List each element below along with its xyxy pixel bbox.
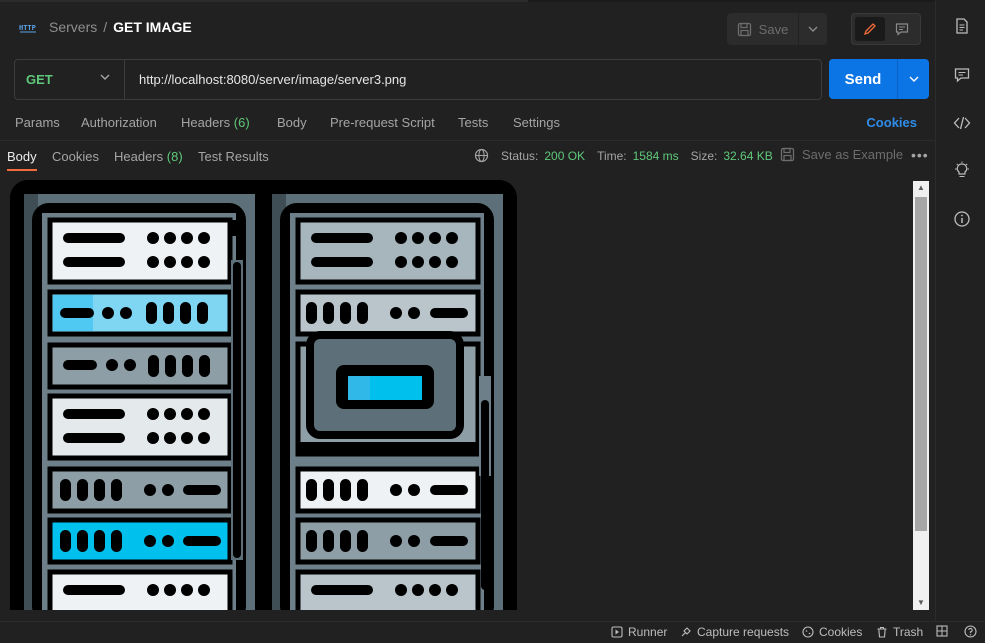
breadcrumb-collection[interactable]: Servers [49, 19, 97, 35]
method-label: GET [26, 72, 53, 87]
scroll-down-arrow[interactable]: ▼ [913, 596, 929, 610]
pencil-icon [863, 23, 876, 36]
scroll-thumb[interactable] [915, 197, 927, 531]
size-value[interactable]: 32.64 KB [723, 149, 772, 163]
save-label: Save [758, 21, 789, 37]
tab-settings[interactable]: Settings [513, 115, 560, 130]
size-label: Size: [690, 148, 718, 163]
view-mode-toggle [851, 13, 921, 45]
url-bar: GET [14, 59, 822, 100]
time-value[interactable]: 1584 ms [633, 149, 679, 163]
runner-button[interactable]: Runner [611, 625, 667, 639]
response-tab-headers-label: Headers [114, 149, 164, 164]
trash-button[interactable]: Trash [876, 625, 923, 639]
url-input[interactable] [125, 60, 821, 99]
trash-icon [877, 626, 887, 638]
more-options-button[interactable]: ••• [911, 147, 929, 163]
save-group: Save [727, 13, 827, 45]
layout-icon [936, 625, 948, 637]
layout-toggle-button[interactable] [936, 625, 948, 637]
request-tabs: Params Authorization Headers (6) Body Pr… [0, 108, 935, 138]
globe-icon[interactable] [474, 148, 489, 163]
save-as-example-label: Save as Example [802, 147, 904, 162]
tab-body[interactable]: Body [277, 115, 307, 130]
tab-authorization[interactable]: Authorization [81, 115, 157, 130]
comments-mode-button[interactable] [887, 17, 917, 41]
response-image [10, 180, 517, 610]
save-as-example-button[interactable]: Save as Example [780, 147, 903, 162]
runner-icon [611, 626, 623, 638]
comment-icon [895, 23, 909, 36]
scroll-up-arrow[interactable]: ▲ [913, 181, 929, 195]
response-headers-count: (8) [166, 149, 183, 164]
response-tab-headers[interactable]: Headers (8) [114, 149, 183, 164]
right-rack-units [295, 217, 491, 610]
left-rack-units [47, 217, 243, 610]
chevron-down-icon [909, 76, 918, 82]
svg-text:HTTP: HTTP [19, 24, 36, 32]
capture-requests-label: Capture requests [697, 625, 790, 639]
right-sidebar [935, 0, 985, 621]
tab-headers[interactable]: Headers (6) [181, 115, 250, 130]
edit-mode-button[interactable] [855, 17, 885, 41]
code-icon[interactable] [953, 114, 971, 132]
headers-count: (6) [233, 115, 250, 130]
response-tab-test-results[interactable]: Test Results [198, 149, 269, 164]
cookies-link[interactable]: Cookies [866, 115, 917, 130]
save-options-button[interactable] [799, 13, 827, 45]
response-scrollbar[interactable]: ▲ ▼ [913, 181, 929, 610]
capture-requests-button[interactable]: Capture requests [680, 625, 789, 639]
request-header: HTTP Servers / GET IMAGE Save [0, 2, 935, 52]
runner-label: Runner [628, 625, 668, 639]
cookies-label: Cookies [819, 625, 863, 639]
active-tab-indicator [7, 169, 37, 171]
response-tab-cookies[interactable]: Cookies [52, 149, 99, 164]
send-group: Send [829, 59, 929, 99]
method-select[interactable]: GET [15, 60, 125, 99]
tab-headers-label: Headers [181, 115, 231, 130]
comments-icon[interactable] [953, 66, 971, 84]
capture-icon [681, 627, 691, 637]
tab-params[interactable]: Params [15, 115, 60, 130]
trash-label: Trash [893, 625, 924, 639]
server-rack-illustration [10, 180, 517, 610]
chevron-down-icon [100, 74, 110, 80]
request-name[interactable]: GET IMAGE [113, 19, 192, 35]
info-icon[interactable] [953, 210, 971, 228]
breadcrumb: Servers / GET IMAGE [49, 19, 192, 35]
tab-pre-request-script[interactable]: Pre-request Script [330, 115, 435, 130]
http-icon: HTTP [18, 20, 38, 36]
save-icon [737, 22, 751, 36]
time-label: Time: [597, 148, 627, 163]
save-button[interactable]: Save [727, 13, 799, 45]
chevron-down-icon [808, 26, 818, 32]
response-tab-body[interactable]: Body [7, 149, 37, 164]
status-value[interactable]: 200 OK [544, 149, 585, 163]
response-meta: Status: 200 OK Time: 1584 ms Size: 32.64… [474, 148, 779, 163]
save-icon [780, 147, 795, 162]
status-label: Status: [501, 148, 539, 163]
lightbulb-icon[interactable] [953, 161, 971, 179]
documentation-icon[interactable] [953, 17, 971, 35]
response-tabs: Body Cookies Headers (8) Test Results St… [0, 141, 935, 173]
help-icon [964, 625, 977, 638]
breadcrumb-separator: / [103, 19, 108, 35]
cookie-icon [802, 626, 814, 638]
send-options-button[interactable] [897, 59, 929, 99]
send-button[interactable]: Send [829, 59, 897, 99]
status-bar: Runner Capture requests Cookies Trash [0, 621, 985, 643]
cookies-button[interactable]: Cookies [802, 625, 862, 639]
help-button[interactable] [964, 625, 977, 638]
tab-tests[interactable]: Tests [458, 115, 488, 130]
